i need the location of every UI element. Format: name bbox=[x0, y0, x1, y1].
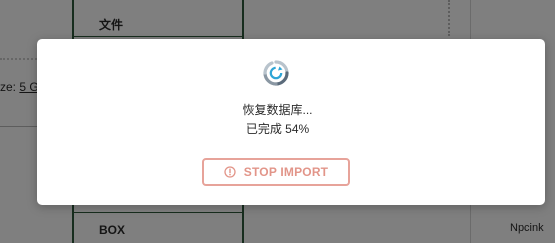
alert-circle-icon bbox=[224, 166, 236, 178]
stop-import-label: STOP IMPORT bbox=[243, 165, 329, 179]
restore-status-title: 恢复数据库... bbox=[242, 103, 313, 117]
restore-progress-text: 已完成 54% bbox=[245, 122, 310, 136]
refresh-spinner-icon bbox=[262, 59, 290, 87]
stop-import-button[interactable]: STOP IMPORT bbox=[202, 158, 350, 186]
